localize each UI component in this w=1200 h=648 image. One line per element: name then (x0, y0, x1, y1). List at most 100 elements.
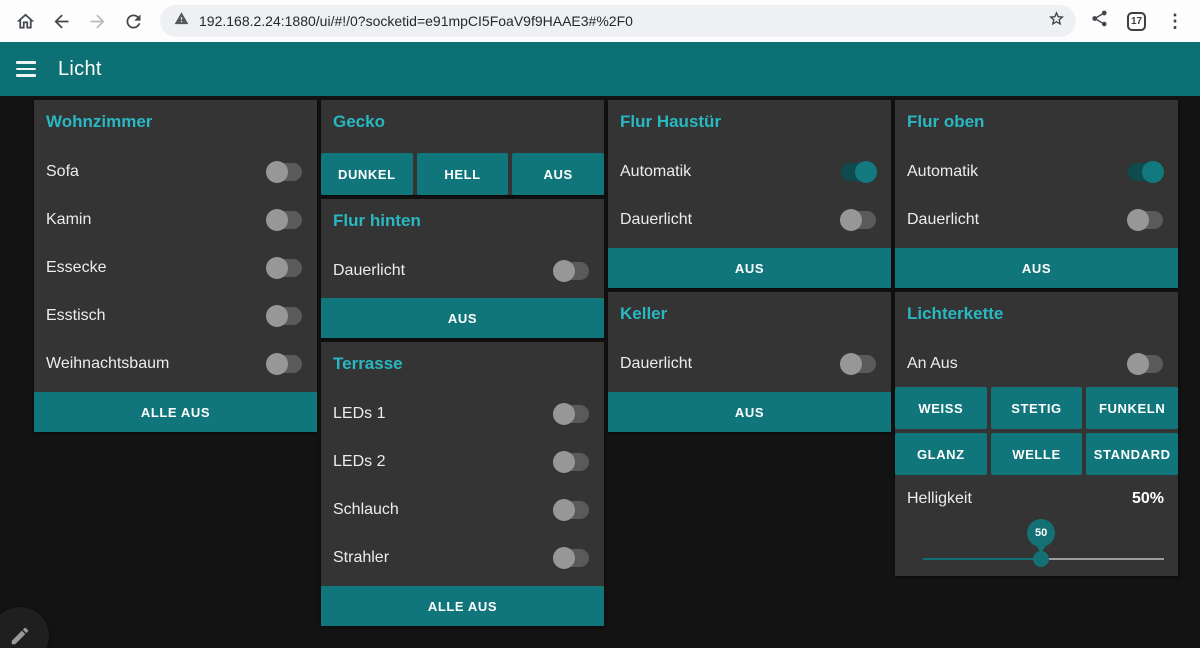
share-button[interactable] (1090, 9, 1109, 33)
toggle-label: LEDs 2 (333, 453, 386, 470)
slider-thumb[interactable] (1033, 550, 1050, 567)
toggle-switch-automatik[interactable] (840, 160, 877, 184)
group-title: Wohnzimmer (46, 112, 153, 131)
card-flur-oben: Flur oben Automatik Dauerlicht AUS (895, 100, 1178, 288)
url-text[interactable]: 192.168.2.24:1880/ui/#!/0?socketid=e91mp… (199, 13, 1047, 29)
browser-menu-icon[interactable]: ⋮ (1164, 12, 1186, 30)
toggle-label: Automatik (907, 163, 979, 180)
aus-button[interactable]: AUS (895, 248, 1178, 288)
column-1: Wohnzimmer Sofa Kamin Essecke Esstisch W… (34, 100, 317, 648)
dunkel-button[interactable]: DUNKEL (321, 153, 413, 195)
toggle-label: Kamin (46, 211, 92, 228)
hell-button[interactable]: HELL (416, 153, 509, 195)
card-flur-haustuer: Flur Haustür Automatik Dauerlicht AUS (608, 100, 891, 288)
toggle-row: Essecke (34, 244, 317, 292)
toggle-switch-esstisch[interactable] (266, 304, 303, 328)
group-title: Flur oben (907, 112, 985, 131)
slider-label: Helligkeit (907, 490, 972, 508)
home-icon (16, 13, 34, 28)
slider-fill (923, 557, 1042, 560)
funkeln-button[interactable]: FUNKELN (1086, 387, 1178, 430)
reload-icon (126, 14, 140, 28)
group-title: Flur hinten (333, 211, 421, 230)
back-button[interactable] (44, 4, 78, 38)
toggle-switch-dauerlicht[interactable] (1127, 208, 1164, 232)
column-4: Flur oben Automatik Dauerlicht AUS Licht… (895, 100, 1178, 648)
card-terrasse: Terrasse LEDs 1 LEDs 2 Schlauch Strahler… (321, 342, 604, 626)
bookmark-star-icon[interactable] (1047, 9, 1066, 33)
toggle-switch-an-aus[interactable] (1127, 352, 1164, 376)
stetig-button[interactable]: STETIG (990, 387, 1083, 430)
toggle-row: Automatik (895, 148, 1178, 196)
toggle-label: Strahler (333, 549, 390, 566)
slider-bubble: 50 (1027, 518, 1056, 553)
browser-toolbar: 192.168.2.24:1880/ui/#!/0?socketid=e91mp… (0, 0, 1200, 42)
forward-arrow-icon (90, 14, 104, 28)
aus-button[interactable]: AUS (512, 153, 604, 195)
share-icon (1092, 10, 1107, 27)
group-title: Terrasse (333, 354, 403, 373)
toggle-row: Sofa (34, 148, 317, 196)
back-arrow-icon (54, 14, 68, 28)
column-2: Gecko DUNKEL HELL AUS Flur hinten Dauerl… (321, 100, 604, 648)
toggle-switch-leds1[interactable] (553, 402, 590, 426)
toggle-switch-automatik[interactable] (1127, 160, 1164, 184)
card-gecko: Gecko DUNKEL HELL AUS (321, 100, 604, 195)
toggle-label: An Aus (907, 354, 958, 372)
toggle-switch-dauerlicht[interactable] (840, 352, 877, 376)
toggle-label: Dauerlicht (620, 355, 693, 372)
toggle-label: Dauerlicht (620, 211, 693, 228)
weiss-button[interactable]: WEISS (895, 387, 987, 430)
home-button[interactable] (8, 4, 42, 38)
group-title: Flur Haustür (620, 112, 722, 131)
reload-button[interactable] (116, 4, 150, 38)
aus-button[interactable]: AUS (608, 392, 891, 432)
toggle-label: Schlauch (333, 501, 399, 518)
app-header: Licht (0, 42, 1200, 96)
aus-button[interactable]: AUS (321, 298, 604, 338)
brightness-slider[interactable]: 50 (923, 518, 1164, 572)
card-keller: Keller Dauerlicht AUS (608, 292, 891, 432)
toggle-switch-weihnachtsbaum[interactable] (266, 352, 303, 376)
toggle-switch-kamin[interactable] (266, 208, 303, 232)
welle-button[interactable]: WELLE (990, 433, 1083, 476)
toggle-switch-leds2[interactable] (553, 450, 590, 474)
tab-counter[interactable]: 17 (1127, 11, 1146, 31)
toggle-row: Schlauch (321, 486, 604, 534)
toggle-row: LEDs 2 (321, 438, 604, 486)
aus-button[interactable]: AUS (608, 248, 891, 288)
standard-button[interactable]: STANDARD (1086, 433, 1178, 476)
pencil-icon (11, 627, 29, 645)
toggle-switch-schlauch[interactable] (553, 498, 590, 522)
menu-icon[interactable] (16, 61, 36, 77)
toggle-label: Essecke (46, 259, 107, 276)
not-secure-warning-icon[interactable] (174, 11, 199, 31)
toggle-label: Sofa (46, 163, 79, 180)
toggle-row: Dauerlicht (321, 247, 604, 295)
glanz-button[interactable]: GLANZ (895, 433, 987, 476)
toggle-switch-sofa[interactable] (266, 160, 303, 184)
page-title: Licht (58, 57, 102, 80)
toggle-row: Dauerlicht (608, 340, 891, 388)
alle-aus-button[interactable]: ALLE AUS (34, 392, 317, 432)
slider-value: 50% (1131, 490, 1164, 508)
toggle-label: Esstisch (46, 307, 106, 324)
alle-aus-button[interactable]: ALLE AUS (321, 586, 604, 626)
card-wohnzimmer: Wohnzimmer Sofa Kamin Essecke Esstisch W… (34, 100, 317, 432)
toggle-row: Kamin (34, 196, 317, 244)
toggle-row: An Aus (895, 340, 1178, 387)
toggle-label: Dauerlicht (907, 211, 980, 228)
toggle-switch-dauerlicht[interactable] (553, 259, 590, 283)
forward-button[interactable] (80, 4, 114, 38)
toggle-label: Weihnachtsbaum (46, 355, 170, 372)
toggle-switch-strahler[interactable] (553, 546, 590, 570)
group-title: Gecko (333, 112, 385, 131)
toggle-row: Dauerlicht (608, 196, 891, 244)
toggle-row: Strahler (321, 534, 604, 582)
toggle-switch-dauerlicht[interactable] (840, 208, 877, 232)
toggle-switch-essecke[interactable] (266, 256, 303, 280)
toggle-label: Dauerlicht (333, 262, 406, 279)
card-lichterkette: Lichterkette An Aus WEISS STETIG FUNKELN… (895, 292, 1178, 576)
brightness-row: Helligkeit 50% (895, 477, 1178, 520)
url-bar[interactable]: 192.168.2.24:1880/ui/#!/0?socketid=e91mp… (160, 5, 1076, 37)
